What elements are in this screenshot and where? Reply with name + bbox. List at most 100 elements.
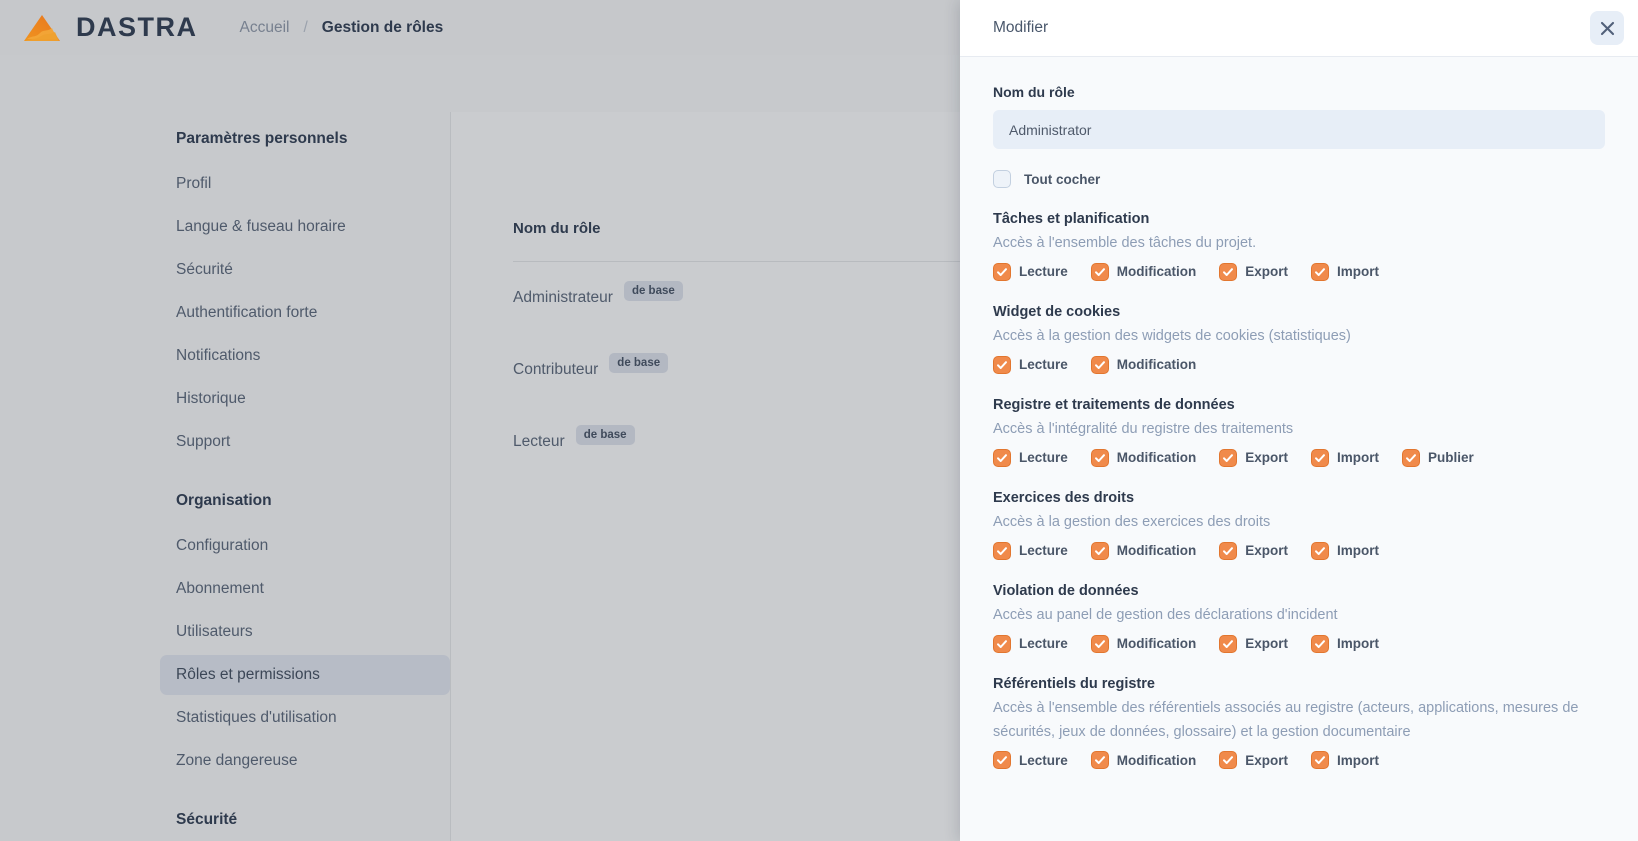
permission-label: Import <box>1337 450 1379 465</box>
role-name-input[interactable] <box>993 110 1605 149</box>
sidebar-item-zone-dangereuse[interactable]: Zone dangereuse <box>160 741 450 781</box>
permission-modification[interactable]: Modification <box>1091 635 1197 653</box>
permission-lecture[interactable]: Lecture <box>993 635 1068 653</box>
permission-checkbox[interactable] <box>1091 263 1109 281</box>
breadcrumb: Accueil / Gestion de rôles <box>240 19 444 37</box>
role-badge: de base <box>624 281 683 301</box>
permission-label: Import <box>1337 753 1379 768</box>
permission-import[interactable]: Import <box>1311 635 1379 653</box>
role-name-label: Nom du rôle <box>993 84 1605 100</box>
permission-export[interactable]: Export <box>1219 263 1288 281</box>
permission-export[interactable]: Export <box>1219 542 1288 560</box>
sidebar-item-authentification-forte[interactable]: Authentification forte <box>160 293 450 333</box>
permission-checkbox[interactable] <box>1311 751 1329 769</box>
permission-import[interactable]: Import <box>1311 449 1379 467</box>
close-button[interactable] <box>1590 11 1624 45</box>
permission-checkbox[interactable] <box>1219 263 1237 281</box>
permission-section-violation-de-donnees: Violation de données Accès au panel de g… <box>993 583 1605 653</box>
section-title: Tâches et planification <box>993 211 1605 227</box>
permission-label: Lecture <box>1019 543 1068 558</box>
permission-row: Lecture Modification Export Import <box>993 635 1605 653</box>
check-all-row[interactable]: Tout cocher <box>993 170 1605 188</box>
permission-export[interactable]: Export <box>1219 751 1288 769</box>
breadcrumb-current: Gestion de rôles <box>322 19 443 37</box>
permission-checkbox[interactable] <box>1311 635 1329 653</box>
permission-import[interactable]: Import <box>1311 542 1379 560</box>
permission-checkbox[interactable] <box>1311 263 1329 281</box>
permission-lecture[interactable]: Lecture <box>993 449 1068 467</box>
permission-modification[interactable]: Modification <box>1091 356 1197 374</box>
permission-label: Export <box>1245 264 1288 279</box>
permission-checkbox[interactable] <box>1311 542 1329 560</box>
sidebar-item-abonnement[interactable]: Abonnement <box>160 569 450 609</box>
section-title: Registre et traitements de données <box>993 397 1605 413</box>
sidebar-group-title-securite: Sécurité <box>160 811 450 829</box>
permission-checkbox[interactable] <box>993 263 1011 281</box>
sidebar-item-support[interactable]: Support <box>160 422 450 462</box>
role-badge: de base <box>609 353 668 373</box>
permission-checkbox[interactable] <box>1091 356 1109 374</box>
sidebar-group-title-personnels: Paramètres personnels <box>160 130 450 148</box>
permission-checkbox[interactable] <box>993 751 1011 769</box>
permission-modification[interactable]: Modification <box>1091 263 1197 281</box>
check-all-label: Tout cocher <box>1024 172 1100 187</box>
permission-checkbox[interactable] <box>993 635 1011 653</box>
permission-lecture[interactable]: Lecture <box>993 263 1068 281</box>
permission-lecture[interactable]: Lecture <box>993 542 1068 560</box>
breadcrumb-separator: / <box>303 19 307 37</box>
permission-modification[interactable]: Modification <box>1091 542 1197 560</box>
permission-import[interactable]: Import <box>1311 751 1379 769</box>
permission-section-taches-et-planification: Tâches et planification Accès à l'ensemb… <box>993 211 1605 281</box>
panel-header: Modifier <box>960 0 1638 57</box>
permission-label: Modification <box>1117 543 1197 558</box>
permission-checkbox[interactable] <box>1219 542 1237 560</box>
sidebar-item-langue-fuseau-horaire[interactable]: Langue & fuseau horaire <box>160 207 450 247</box>
permission-checkbox[interactable] <box>1219 635 1237 653</box>
section-description: Accès à l'ensemble des référentiels asso… <box>993 697 1605 745</box>
panel-title: Modifier <box>993 19 1048 37</box>
column-header-role-name: Nom du rôle <box>513 220 702 262</box>
permission-modification[interactable]: Modification <box>1091 751 1197 769</box>
permission-export[interactable]: Export <box>1219 635 1288 653</box>
sidebar-item-configuration[interactable]: Configuration <box>160 526 450 566</box>
role-name: Contributeur <box>513 361 598 379</box>
permission-checkbox[interactable] <box>1091 635 1109 653</box>
settings-sidebar: Paramètres personnels Profil Langue & fu… <box>160 130 450 841</box>
sidebar-item-notifications[interactable]: Notifications <box>160 336 450 376</box>
permission-import[interactable]: Import <box>1311 263 1379 281</box>
role-badge: de base <box>576 425 635 445</box>
permission-lecture[interactable]: Lecture <box>993 751 1068 769</box>
sidebar-item-historique[interactable]: Historique <box>160 379 450 419</box>
role-name-cell: Contributeur de base <box>513 360 702 380</box>
permission-checkbox[interactable] <box>1311 449 1329 467</box>
check-all-checkbox[interactable] <box>993 170 1011 188</box>
permission-section-widget-de-cookies: Widget de cookies Accès à la gestion des… <box>993 304 1605 374</box>
permission-label: Modification <box>1117 357 1197 372</box>
section-description: Accès à l'intégralité du registre des tr… <box>993 418 1605 442</box>
permission-checkbox[interactable] <box>993 449 1011 467</box>
sidebar-item-securite[interactable]: Sécurité <box>160 250 450 290</box>
screen: DASTRA Accueil / Gestion de rôles Paramè… <box>0 0 1638 841</box>
permission-checkbox[interactable] <box>1219 751 1237 769</box>
brand-logo[interactable]: DASTRA <box>22 12 198 43</box>
permission-checkbox[interactable] <box>1219 449 1237 467</box>
permission-checkbox[interactable] <box>1091 542 1109 560</box>
permission-export[interactable]: Export <box>1219 449 1288 467</box>
permission-lecture[interactable]: Lecture <box>993 356 1068 374</box>
sidebar-item-roles-et-permissions[interactable]: Rôles et permissions <box>160 655 450 695</box>
permission-checkbox[interactable] <box>1091 751 1109 769</box>
permission-checkbox[interactable] <box>1091 449 1109 467</box>
sidebar-item-statistiques-utilisation[interactable]: Statistiques d'utilisation <box>160 698 450 738</box>
sidebar-group-title-organisation: Organisation <box>160 492 450 510</box>
permission-checkbox[interactable] <box>993 356 1011 374</box>
brand-name: DASTRA <box>76 12 198 43</box>
permission-section-exercices-des-droits: Exercices des droits Accès à la gestion … <box>993 490 1605 560</box>
sidebar-item-profil[interactable]: Profil <box>160 164 450 204</box>
role-name-cell: Lecteur de base <box>513 432 702 452</box>
permission-modification[interactable]: Modification <box>1091 449 1197 467</box>
permission-checkbox[interactable] <box>1402 449 1420 467</box>
permission-publier[interactable]: Publier <box>1402 449 1474 467</box>
breadcrumb-home[interactable]: Accueil <box>240 19 290 37</box>
sidebar-item-utilisateurs[interactable]: Utilisateurs <box>160 612 450 652</box>
permission-checkbox[interactable] <box>993 542 1011 560</box>
